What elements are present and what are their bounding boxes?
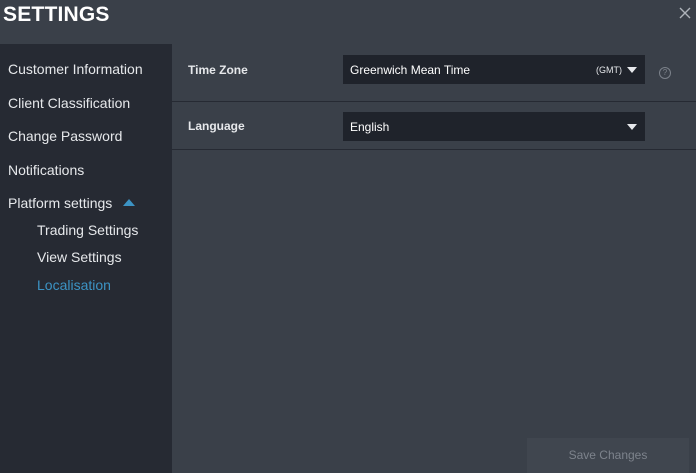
chevron-down-icon bbox=[627, 67, 637, 73]
sidebar-item-client-classification[interactable]: Client Classification bbox=[8, 95, 130, 111]
sidebar: Customer Information Client Classificati… bbox=[0, 44, 172, 473]
help-icon[interactable]: ? bbox=[659, 67, 671, 79]
sidebar-item-notifications[interactable]: Notifications bbox=[8, 162, 84, 178]
settings-panel: Time Zone Greenwich Mean Time (GMT) ? La… bbox=[172, 44, 696, 473]
timezone-label: Time Zone bbox=[188, 63, 248, 77]
language-select[interactable]: English bbox=[343, 112, 645, 141]
sidebar-subitem-trading-settings[interactable]: Trading Settings bbox=[37, 222, 138, 238]
sidebar-item-customer-information[interactable]: Customer Information bbox=[8, 61, 143, 77]
save-button[interactable]: Save Changes bbox=[527, 438, 689, 473]
sidebar-subitem-view-settings[interactable]: View Settings bbox=[37, 249, 122, 265]
caret-up-icon bbox=[123, 198, 136, 206]
timezone-select[interactable]: Greenwich Mean Time (GMT) bbox=[343, 55, 645, 84]
sidebar-item-label: Platform settings bbox=[8, 195, 113, 211]
sidebar-item-change-password[interactable]: Change Password bbox=[8, 128, 122, 144]
chevron-down-icon bbox=[627, 124, 637, 130]
language-label: Language bbox=[188, 119, 245, 133]
timezone-abbr: (GMT) bbox=[596, 65, 622, 75]
close-icon[interactable] bbox=[678, 6, 692, 20]
timezone-value: Greenwich Mean Time bbox=[350, 63, 471, 77]
header: SETTINGS bbox=[0, 0, 696, 44]
language-row: Language English bbox=[172, 102, 696, 150]
sidebar-item-platform-settings[interactable]: Platform settings bbox=[8, 195, 136, 211]
page-title: SETTINGS bbox=[3, 3, 110, 26]
language-value: English bbox=[350, 120, 390, 134]
sidebar-subitem-localisation[interactable]: Localisation bbox=[37, 277, 111, 293]
timezone-row: Time Zone Greenwich Mean Time (GMT) ? bbox=[172, 44, 696, 102]
